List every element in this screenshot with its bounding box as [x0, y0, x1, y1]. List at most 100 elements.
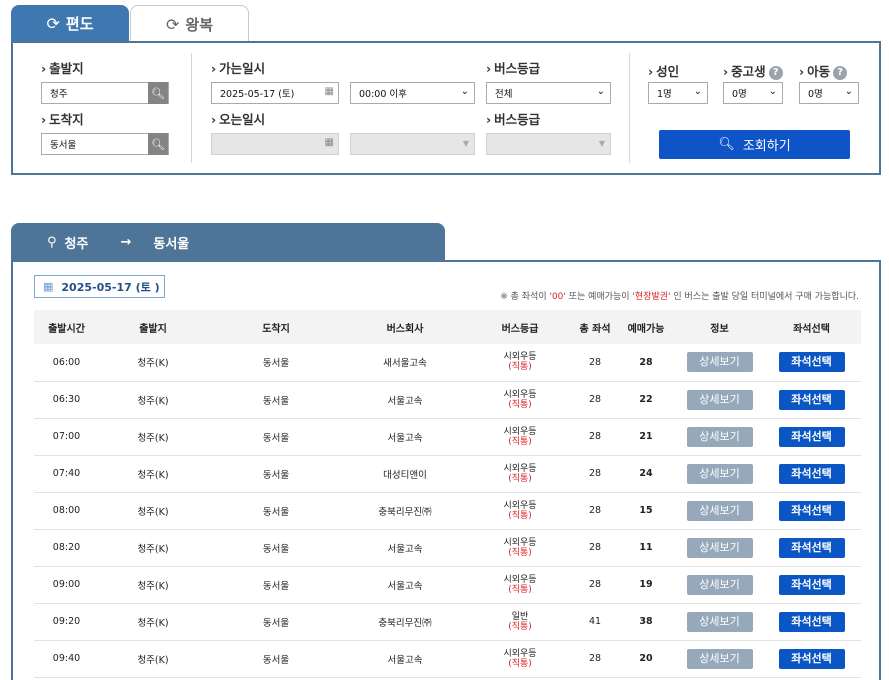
arrival-terminal: 동서울 — [262, 580, 290, 592]
return-date-input: ▦ — [211, 133, 339, 155]
available-seats: 20 — [639, 653, 653, 664]
seat-select-button[interactable]: 좌석선택 — [778, 426, 845, 447]
refresh-icon: ⟳ — [165, 14, 180, 34]
tab-oneway[interactable]: ⟳ 편도 — [11, 5, 129, 42]
detail-button[interactable]: 상세보기 — [686, 389, 753, 410]
route-date: 2025-05-17 (토 ) — [61, 280, 160, 294]
column-header: 좌석선택 — [793, 323, 830, 335]
child-select[interactable]: 0명 ⌄ — [799, 82, 859, 104]
total-seats: 28 — [588, 468, 602, 479]
search-icon[interactable]: 🔍︎ — [148, 133, 168, 155]
arrival-terminal: 동서울 — [262, 506, 290, 518]
seat-select-button[interactable]: 좌석선택 — [778, 463, 845, 484]
seat-select-button[interactable]: 좌석선택 — [778, 389, 845, 410]
bus-company: 서울고속 — [387, 395, 423, 407]
calendar-icon: ▦ — [43, 280, 54, 293]
column-header: 출발지 — [139, 323, 167, 335]
departure-terminal: 청주(K) — [137, 580, 169, 592]
arrival-terminal: 동서울 — [262, 469, 290, 481]
calendar-icon[interactable]: ▦ — [325, 86, 334, 97]
chevron-down-icon: ⌄ — [693, 86, 702, 97]
column-header: 출발시간 — [48, 323, 85, 335]
grade-name: 시외우등 — [503, 648, 537, 659]
departure-terminal: 청주(K) — [137, 395, 169, 407]
chevron-down-icon: ⌄ — [460, 86, 469, 97]
bus-grade-label: › 버스등급 — [486, 61, 541, 76]
available-seats: 38 — [639, 616, 653, 627]
table-row: 07:40 청주(K) 동서울 대성티앤이 시외우등 (직통) 28 24 상세보기 좌석선택 — [34, 455, 861, 492]
go-time-select[interactable]: 00:00 이후 ⌄ — [350, 82, 475, 104]
return-date-label: › 오는일시 — [211, 112, 266, 127]
chevron-down-icon: ▼ — [462, 139, 469, 148]
return-time-select: ▼ — [350, 133, 475, 155]
detail-button[interactable]: 상세보기 — [686, 500, 753, 521]
bus-grade-label-return: › 버스등급 — [486, 112, 541, 127]
student-select[interactable]: 0명 ⌄ — [723, 82, 783, 104]
available-seats: 28 — [639, 356, 653, 368]
total-seats: 28 — [588, 542, 602, 553]
grade-sub: (직통) — [508, 621, 532, 632]
total-seats: 41 — [588, 616, 602, 627]
seat-select-button[interactable]: 좌석선택 — [778, 537, 845, 558]
arrival-input[interactable]: 동서울 🔍︎ — [41, 133, 169, 155]
tab-roundtrip[interactable]: ⟳ 왕복 — [130, 5, 249, 42]
grade-name: 시외우등 — [503, 352, 537, 363]
chevron-down-icon: ⌄ — [844, 86, 853, 97]
departure-value: 청주 — [50, 89, 68, 100]
arrival-terminal: 동서울 — [262, 543, 290, 555]
total-seats: 28 — [588, 431, 602, 442]
child-value: 0명 — [808, 89, 823, 100]
go-date-value: 2025-05-17 (토) — [220, 89, 295, 100]
detail-button[interactable]: 상세보기 — [686, 648, 753, 669]
help-icon[interactable]: ? — [833, 66, 848, 80]
table-row: 09:20 청주(K) 동서울 충북리무진㈜ 일반 (직통) 41 38 상세보기 좌석선택 — [34, 603, 861, 640]
chevron-down-icon: ⌄ — [768, 86, 777, 97]
arrival-terminal: 동서울 — [262, 654, 290, 666]
column-header: 정보 — [710, 323, 729, 335]
departure-terminal: 청주(K) — [137, 543, 169, 555]
divider — [629, 53, 630, 163]
departure-terminal: 청주(K) — [137, 469, 169, 481]
search-button[interactable]: 🔍︎ 조회하기 — [659, 130, 850, 159]
detail-button[interactable]: 상세보기 — [686, 537, 753, 558]
available-seats: 15 — [639, 505, 653, 516]
bus-grade-select[interactable]: 전체 ⌄ — [486, 82, 611, 104]
seat-select-button[interactable]: 좌석선택 — [778, 500, 845, 521]
grade-sub: (직통) — [508, 399, 532, 410]
bus-company: 서울고속 — [387, 432, 423, 444]
grade-name: 일반 — [511, 611, 529, 622]
go-date-label: › 가는일시 — [211, 61, 266, 76]
table-row: 09:40 청주(K) 동서울 서울고속 시외우등 (직통) 28 20 상세보기 좌석선택 — [34, 640, 861, 677]
seat-select-button[interactable]: 좌석선택 — [778, 352, 845, 373]
departure-time: 09:40 — [52, 653, 81, 664]
adult-select[interactable]: 1명 ⌄ — [648, 82, 708, 104]
detail-button[interactable]: 상세보기 — [686, 426, 753, 447]
column-header: 버스회사 — [386, 323, 424, 335]
help-icon[interactable]: ? — [768, 66, 783, 80]
available-seats: 22 — [639, 394, 653, 405]
refresh-icon: ⟳ — [46, 14, 60, 33]
search-icon[interactable]: 🔍︎ — [148, 82, 168, 104]
column-header: 버스등급 — [501, 323, 539, 335]
seat-select-button[interactable]: 좌석선택 — [778, 611, 845, 632]
available-seats: 11 — [639, 542, 653, 553]
detail-button[interactable]: 상세보기 — [686, 463, 753, 484]
available-seats: 21 — [639, 431, 653, 442]
arrival-terminal: 동서울 — [262, 617, 290, 629]
arrow-right-icon: → — [120, 234, 132, 250]
total-seats: 28 — [588, 394, 602, 405]
column-header: 예매가능 — [627, 323, 665, 335]
seat-select-button[interactable]: 좌석선택 — [778, 574, 845, 595]
detail-button[interactable]: 상세보기 — [686, 574, 753, 595]
schedule-table: 출발시간 출발지 도착지 버스회사 버스등급 총 좌석 예매가능 정보 좌석선택 06:00 청주… — [34, 310, 861, 678]
departure-terminal: 청주(K) — [137, 432, 169, 444]
detail-button[interactable]: 상세보기 — [686, 611, 753, 632]
column-header: 도착지 — [262, 323, 290, 335]
go-time-value: 00:00 이후 — [359, 89, 407, 100]
departure-input[interactable]: 청주 🔍︎ — [41, 82, 169, 104]
grade-sub: (직통) — [508, 547, 532, 558]
detail-button[interactable]: 상세보기 — [686, 352, 753, 373]
table-row: 08:00 청주(K) 동서울 충북리무진㈜ 시외우등 (직통) 28 15 상세보기 좌석선택 — [34, 492, 861, 529]
seat-select-button[interactable]: 좌석선택 — [778, 648, 845, 669]
go-date-input[interactable]: 2025-05-17 (토) ▦ — [211, 82, 339, 104]
